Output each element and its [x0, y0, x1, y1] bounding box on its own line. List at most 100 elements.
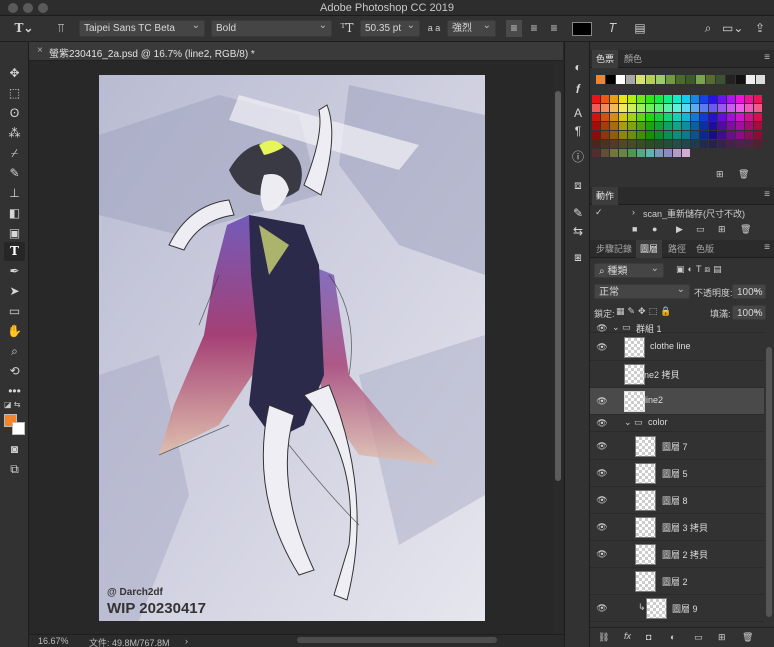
character-panel-icon[interactable]: ▤ [632, 20, 648, 37]
visibility-eye-icon[interactable]: 👁 [595, 521, 609, 533]
action-item[interactable]: ✓ › scan_重新儲存(尺寸不改) [590, 205, 774, 221]
swatch-cell[interactable] [745, 104, 753, 112]
swatch-cell[interactable] [727, 140, 735, 148]
visibility-eye-icon[interactable]: 👁 [595, 322, 609, 334]
visibility-eye-icon[interactable]: 👁 [595, 417, 609, 429]
actions-menu-icon[interactable]: ≡ [764, 189, 770, 200]
new-layer-icon[interactable]: ⊞ [718, 632, 726, 643]
close-tab-icon[interactable]: × [37, 45, 43, 56]
swatch-cell[interactable] [700, 95, 708, 103]
type-tool-preset-icon[interactable]: T⌄ [14, 20, 34, 37]
swatch-cell[interactable] [637, 140, 645, 148]
swatch-cell[interactable] [637, 149, 645, 157]
swatch-cell[interactable] [628, 131, 636, 139]
swatch-cell[interactable] [646, 122, 654, 130]
recent-swatch[interactable] [656, 75, 665, 84]
swatch-cell[interactable] [673, 95, 681, 103]
swatch-cell[interactable] [700, 104, 708, 112]
horizontal-scroll-thumb[interactable] [297, 637, 497, 643]
layer-row-line2-copy[interactable]: line2 拷貝 [590, 361, 764, 388]
swatch-cell[interactable] [664, 104, 672, 112]
swatch-cell[interactable] [709, 140, 717, 148]
swatch-cell[interactable] [736, 95, 744, 103]
swatch-cell[interactable] [709, 122, 717, 130]
stop-action-icon[interactable]: ■ [632, 224, 637, 234]
swatch-cell[interactable] [619, 95, 627, 103]
layer-row-layer-9[interactable]: 👁 ↳ 圖層 9 [590, 595, 764, 622]
layer-row-color-group[interactable]: 👁 ⌄ ▭ color [590, 415, 764, 432]
swatch-cell[interactable] [610, 131, 618, 139]
color-panel-icon[interactable]: ◐ [569, 58, 587, 76]
layers-list[interactable]: 👁 ⌄ ▭ 群組 1 👁 clothe line line2 拷貝 👁 line… [590, 322, 764, 622]
search-icon[interactable]: ⌕ [700, 20, 716, 37]
recent-swatch[interactable] [706, 75, 715, 84]
character-icon[interactable]: A [569, 104, 587, 122]
swatch-cell[interactable] [682, 104, 690, 112]
swatch-cell[interactable] [601, 149, 609, 157]
swatch-cell[interactable] [718, 104, 726, 112]
swatch-cell[interactable] [682, 113, 690, 121]
swatch-cell[interactable] [601, 122, 609, 130]
tab-color[interactable]: 顏色 [620, 50, 646, 68]
new-set-icon[interactable]: ▭ [696, 224, 705, 235]
swatch-cell[interactable] [592, 149, 600, 157]
layer-row-layer-2[interactable]: 圖層 2 [590, 568, 764, 595]
swatch-cell[interactable] [673, 113, 681, 121]
swatch-cell[interactable] [601, 95, 609, 103]
delete-action-icon[interactable]: 🗑 [740, 224, 751, 235]
layers-scrollbar[interactable] [766, 347, 772, 617]
layer-filter-icons[interactable]: ▣◐T⧈▤ [676, 264, 725, 275]
recent-swatch[interactable] [646, 75, 655, 84]
swatch-cell[interactable] [655, 131, 663, 139]
swap-colors-icon[interactable]: ◪ ⇆ [4, 400, 24, 409]
zoom-level[interactable]: 16.67% [38, 636, 69, 646]
recent-swatch[interactable] [736, 75, 745, 84]
path-selection-tool-icon[interactable]: ➤ [4, 282, 25, 301]
swatch-cell[interactable] [619, 113, 627, 121]
marquee-tool-icon[interactable]: ⬚ [4, 84, 25, 103]
font-style-select[interactable]: Bold [211, 20, 332, 37]
document-tab[interactable]: × 螢紫230416_2a.psd @ 16.7% (line2, RGB/8)… [29, 42, 563, 61]
swatch-cell[interactable] [655, 104, 663, 112]
swatch-cell[interactable] [754, 122, 762, 130]
zoom-tool-icon[interactable]: ⌕ [4, 342, 25, 361]
vertical-scroll-thumb[interactable] [555, 91, 561, 481]
link-layers-icon[interactable]: ⛓ [598, 632, 609, 643]
recent-swatch[interactable] [696, 75, 705, 84]
swatch-cell[interactable] [700, 113, 708, 121]
swatch-cell[interactable] [601, 131, 609, 139]
swatch-cell[interactable] [682, 149, 690, 157]
swatch-cell[interactable] [664, 149, 672, 157]
swatch-cell[interactable] [628, 122, 636, 130]
stamp-tool-icon[interactable]: ⊥ [4, 184, 25, 203]
swatch-cell[interactable] [637, 131, 645, 139]
tab-channels[interactable]: 色版 [692, 240, 718, 258]
brush-tool-icon[interactable]: ✎ [4, 164, 25, 183]
swatch-cell[interactable] [628, 140, 636, 148]
recent-swatch[interactable] [676, 75, 685, 84]
swatch-cell[interactable] [754, 140, 762, 148]
vertical-scrollbar[interactable] [553, 61, 563, 634]
navigator-icon[interactable]: ⧈ [569, 176, 587, 194]
swatch-cell[interactable] [727, 95, 735, 103]
swatch-cell[interactable] [736, 131, 744, 139]
swatch-cell[interactable] [673, 104, 681, 112]
layer-comps-icon[interactable]: ⧆ [569, 248, 587, 266]
recent-swatch[interactable] [626, 75, 635, 84]
document-canvas[interactable]: @ Darch2df WIP 20230417 [99, 75, 485, 621]
group-chevron-icon[interactable]: ⌄ ▭ [612, 322, 631, 333]
swatch-cell[interactable] [628, 113, 636, 121]
info-icon[interactable]: ⓘ [569, 148, 587, 166]
swatch-cell[interactable] [655, 149, 663, 157]
swatch-cell[interactable] [727, 104, 735, 112]
swatch-cell[interactable] [592, 131, 600, 139]
type-tool-icon[interactable]: T [4, 242, 25, 261]
swatch-cell[interactable] [682, 140, 690, 148]
pen-tool-icon[interactable]: ✒ [4, 262, 25, 281]
adjustment-layer-icon[interactable]: ◐ [670, 632, 675, 642]
file-info[interactable]: 文件: 49.8M/767.8M [89, 636, 170, 647]
swatch-cell[interactable] [664, 122, 672, 130]
layers-menu-icon[interactable]: ≡ [764, 242, 770, 253]
swatch-cell[interactable] [736, 104, 744, 112]
blend-mode-select[interactable]: 正常 [594, 284, 690, 299]
